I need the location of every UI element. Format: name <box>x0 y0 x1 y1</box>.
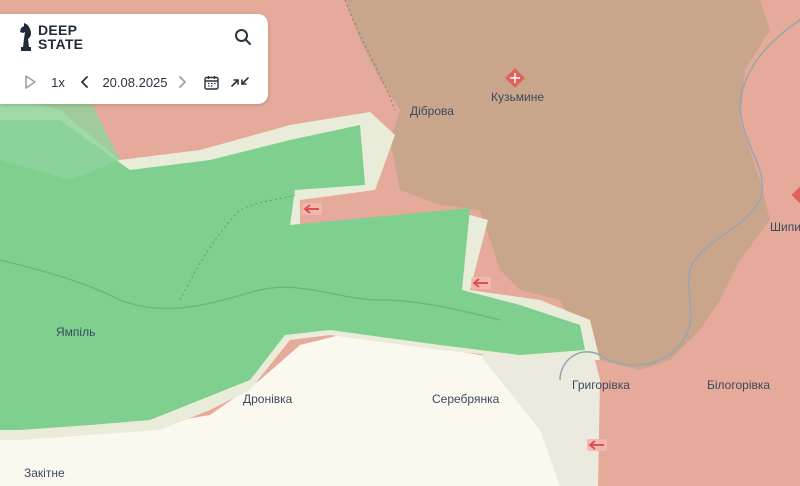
place-label-serebrianka[interactable]: Серебрянка <box>432 392 500 406</box>
place-label-yampil[interactable]: Ямпіль <box>56 325 95 339</box>
play-icon[interactable] <box>22 72 38 92</box>
place-label-hryhorivka[interactable]: Григорівка <box>572 378 630 392</box>
calendar-icon[interactable] <box>202 72 220 92</box>
playback-speed-button[interactable]: 1x <box>48 72 68 92</box>
place-label-zakitne[interactable]: Закітне <box>24 466 65 480</box>
attack-arrow-icon[interactable] <box>471 277 491 289</box>
date-display[interactable]: 20.08.2025 <box>100 72 170 92</box>
attack-arrow-icon[interactable] <box>302 203 322 215</box>
place-label-kuzmyne[interactable]: Кузьмине <box>491 90 544 104</box>
place-label-shypy[interactable]: Шипи <box>770 220 800 234</box>
logo[interactable]: DEEP STATE <box>18 22 83 52</box>
attack-arrow-icon[interactable] <box>587 439 607 451</box>
logo-text-line1: DEEP <box>38 22 78 38</box>
place-label-bilohorivka[interactable]: Білогорівка <box>707 378 770 392</box>
chevron-right-icon[interactable] <box>175 72 189 92</box>
compress-icon[interactable] <box>230 72 250 92</box>
logo-text-line2: STATE <box>38 36 84 52</box>
place-label-dibrova[interactable]: Діброва <box>410 104 454 118</box>
control-panel: DEEP STATE 1x 20.08.2025 <box>0 14 268 104</box>
logo-knight-icon <box>20 23 32 51</box>
timeline-controls: 1x 20.08.2025 <box>0 68 268 96</box>
place-label-dronivka[interactable]: Дронівка <box>243 392 293 406</box>
search-icon[interactable] <box>234 28 252 46</box>
chevron-left-icon[interactable] <box>78 72 92 92</box>
